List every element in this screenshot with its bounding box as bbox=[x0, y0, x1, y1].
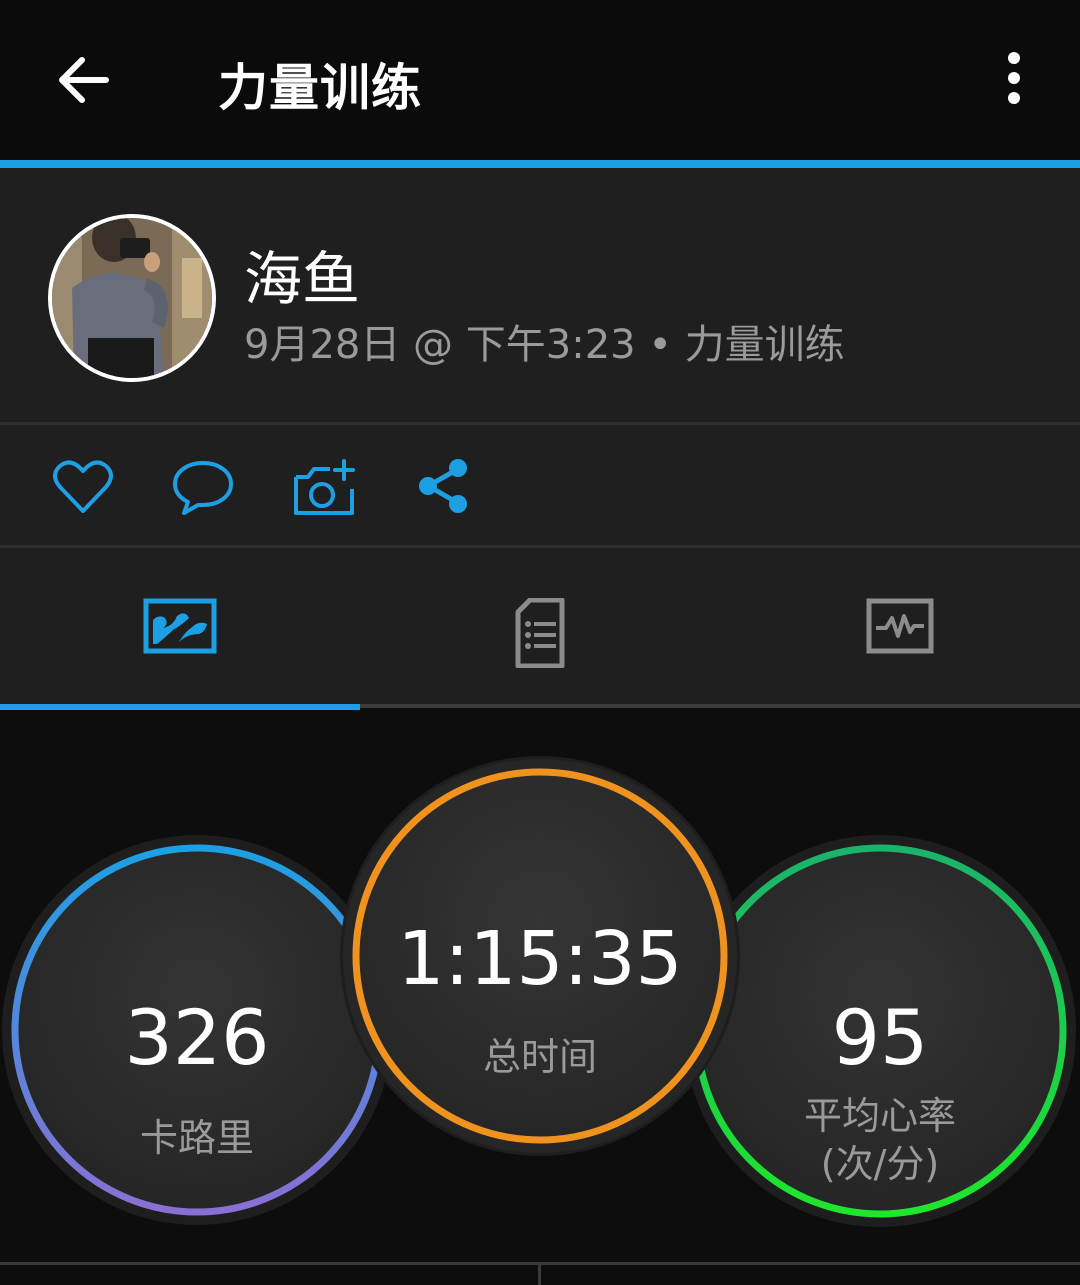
summary-stats: 326 卡路里 95 平均心率 (次/分) 1:15:35 总时间 bbox=[0, 710, 1080, 1285]
more-options-button[interactable] bbox=[990, 48, 1038, 112]
avg-heart-rate-unit: (次/分) bbox=[820, 1142, 940, 1186]
tab-bar bbox=[0, 548, 1080, 710]
app-bar: 力量训练 bbox=[0, 0, 1080, 160]
page-title: 力量训练 bbox=[218, 59, 422, 117]
total-time-value: 1:15:35 bbox=[397, 916, 683, 1002]
activity-subtitle: 9月28日 @ 下午3:23 • 力量训练 bbox=[244, 322, 845, 368]
comment-icon bbox=[173, 461, 233, 515]
details-list-icon bbox=[515, 598, 565, 668]
calories-stat[interactable]: 326 卡路里 bbox=[2, 835, 392, 1225]
section-divider-tick bbox=[538, 1262, 541, 1285]
avg-heart-rate-label: 平均心率 bbox=[803, 1094, 956, 1138]
chart-icon bbox=[866, 598, 934, 654]
add-photo-icon bbox=[294, 459, 355, 515]
tab-charts[interactable] bbox=[720, 548, 1080, 704]
action-bar bbox=[0, 425, 1080, 545]
more-vertical-icon bbox=[1008, 52, 1020, 104]
calories-label: 卡路里 bbox=[139, 1116, 254, 1160]
arrow-left-icon bbox=[59, 57, 109, 103]
avatar[interactable] bbox=[48, 214, 216, 382]
map-stats-icon bbox=[143, 598, 217, 654]
share-button[interactable] bbox=[412, 457, 482, 521]
avg-heart-rate-stat[interactable]: 95 平均心率 (次/分) bbox=[684, 835, 1076, 1227]
add-photo-button[interactable] bbox=[290, 457, 360, 521]
comment-button[interactable] bbox=[170, 457, 240, 521]
total-time-label: 总时间 bbox=[482, 1035, 597, 1079]
total-time-stat[interactable]: 1:15:35 总时间 bbox=[340, 756, 740, 1156]
tab-details[interactable] bbox=[360, 548, 720, 704]
back-button[interactable] bbox=[52, 48, 116, 112]
heart-icon bbox=[53, 460, 113, 513]
user-name[interactable]: 海鱼 bbox=[244, 232, 360, 316]
avg-heart-rate-value: 95 bbox=[831, 993, 929, 1082]
calories-value: 326 bbox=[124, 993, 270, 1082]
share-icon bbox=[419, 459, 467, 513]
like-button[interactable] bbox=[52, 457, 122, 521]
activity-card: 海鱼 9月28日 @ 下午3:23 • 力量训练 bbox=[0, 168, 1080, 710]
header-accent-line bbox=[0, 160, 1080, 168]
tab-overview[interactable] bbox=[0, 548, 360, 704]
